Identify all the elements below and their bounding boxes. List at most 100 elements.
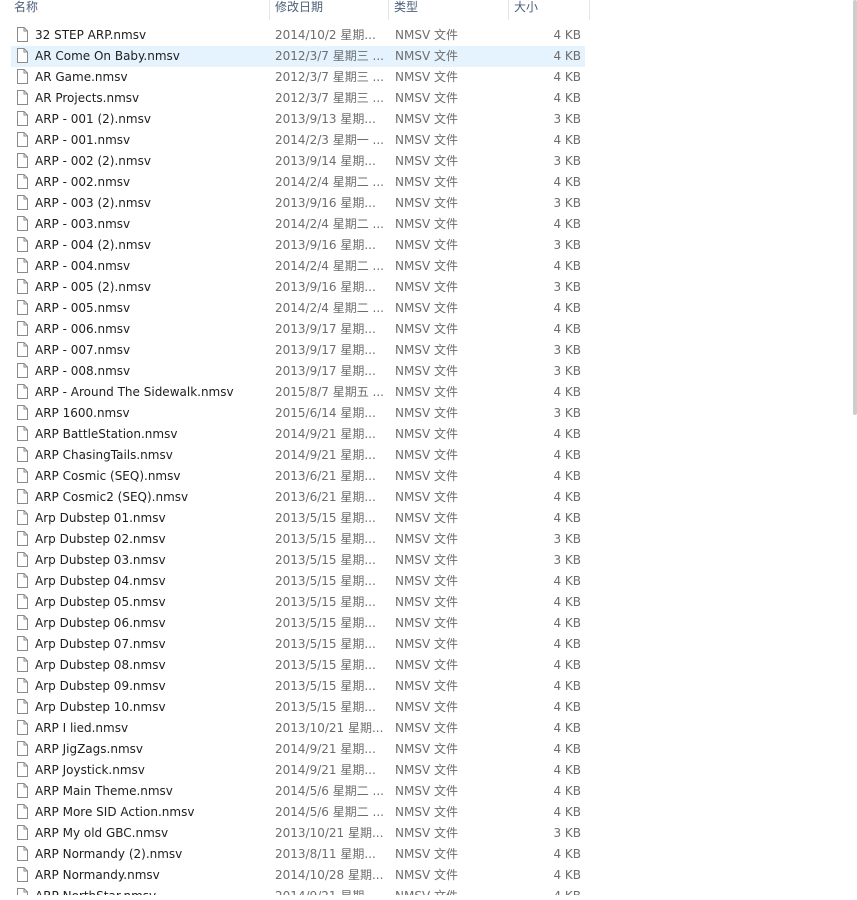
file-row[interactable]: ARP I lied.nmsv 2013/10/21 星期... NMSV 文件 4 … [11,718,585,739]
file-row[interactable]: AR Game.nmsv 2012/3/7 星期三 ... NMSV 文件 4 KB [11,67,585,88]
file-size: 4 KB [511,886,581,895]
file-row[interactable]: ARP - 002 (2).nmsv 2013/9/14 星期... NMSV 文件… [11,151,585,172]
file-modified-date: 2014/2/4 星期二 ... [275,217,384,231]
file-type: NMSV 文件 [395,385,458,399]
file-type: NMSV 文件 [395,490,458,504]
file-row[interactable]: ARP - 003 (2).nmsv 2013/9/16 星期... NMSV 文件… [11,193,585,214]
file-row[interactable]: ARP - 005 (2).nmsv 2013/9/16 星期... NMSV 文件… [11,277,585,298]
column-header-size[interactable]: 大小 [508,0,590,20]
file-name: AR Come On Baby.nmsv [35,49,180,63]
file-icon-glyph [17,132,28,147]
file-size: 4 KB [553,91,581,105]
file-row[interactable]: Arp Dubstep 01.nmsv 2013/5/15 星期... NMSV 文… [11,508,585,529]
file-row[interactable]: ARP - 001 (2).nmsv 2013/9/13 星期... NMSV 文件… [11,109,585,130]
file-row[interactable]: ARP - 007.nmsv 2013/9/17 星期... NMSV 文件 3 KB [11,340,585,361]
file-size: 4 KB [553,805,581,819]
file-icon-glyph [17,111,28,126]
file-size: 4 KB [553,868,581,882]
file-row[interactable]: ARP Cosmic2 (SEQ).nmsv 2013/6/21 星期... NMS… [11,487,585,508]
file-icon-glyph [17,594,28,609]
file-row[interactable]: ARP BattleStation.nmsv 2014/9/21 星期... NMS… [11,424,585,445]
file-icon [15,655,31,676]
file-row[interactable]: ARP - 008.nmsv 2013/9/17 星期... NMSV 文件 3 KB [11,361,585,382]
file-icon-glyph [17,195,28,210]
file-row[interactable]: ARP - 005.nmsv 2014/2/4 星期二 ... NMSV 文件 4 K… [11,298,585,319]
file-icon [15,529,31,550]
file-type: NMSV 文件 [395,301,458,315]
file-icon-glyph [17,69,28,84]
file-row[interactable]: AR Projects.nmsv 2012/3/7 星期三 ... NMSV 文件 4… [11,88,585,109]
file-row[interactable]: ARP Cosmic (SEQ).nmsv 2013/6/21 星期... NMSV… [11,466,585,487]
file-row[interactable]: Arp Dubstep 06.nmsv 2013/5/15 星期... NMSV 文… [11,613,585,634]
file-type: NMSV 文件 [395,805,458,819]
file-icon [15,676,31,697]
file-icon [15,109,31,130]
file-type: NMSV 文件 [395,28,458,42]
file-row[interactable]: ARP - Around The Sidewalk.nmsv 2015/8/7 星… [11,382,585,403]
file-row[interactable]: ARP My old GBC.nmsv 2013/10/21 星期... NMSV … [11,823,585,844]
file-icon-glyph [17,237,28,252]
file-row[interactable]: Arp Dubstep 10.nmsv 2013/5/15 星期... NMSV 文… [11,697,585,718]
file-type: NMSV 文件 [395,826,458,840]
file-icon-glyph [17,384,28,399]
file-row[interactable]: ARP - 004.nmsv 2014/2/4 星期二 ... NMSV 文件 4 K… [11,256,585,277]
file-row[interactable]: Arp Dubstep 08.nmsv 2013/5/15 星期... NMSV 文… [11,655,585,676]
file-row[interactable]: ARP - 004 (2).nmsv 2013/9/16 星期... NMSV 文件… [11,235,585,256]
file-icon [15,172,31,193]
file-row[interactable]: ARP Normandy.nmsv 2014/10/28 星期... NMSV 文件… [11,865,585,886]
file-row[interactable]: Arp Dubstep 09.nmsv 2013/5/15 星期... NMSV 文… [11,676,585,697]
file-icon-glyph [17,405,28,420]
column-header-date[interactable]: 修改日期 [269,0,388,20]
file-name: Arp Dubstep 10.nmsv [35,700,166,714]
file-size: 4 KB [553,259,581,273]
file-row[interactable]: ARP - 006.nmsv 2013/9/17 星期... NMSV 文件 4 KB [11,319,585,340]
file-row[interactable]: AR Come On Baby.nmsv 2012/3/7 星期三 ... NMSV… [11,46,585,67]
file-row[interactable]: ARP - 001.nmsv 2014/2/3 星期一 ... NMSV 文件 4 K… [11,130,585,151]
file-row[interactable]: Arp Dubstep 03.nmsv 2013/5/15 星期... NMSV 文… [11,550,585,571]
file-modified-date: 2013/9/17 星期... [275,322,376,336]
file-icon-glyph [17,783,28,798]
file-modified-date: 2015/6/14 星期... [275,406,376,420]
file-row[interactable]: ARP Joystick.nmsv 2014/9/21 星期... NMSV 文件 4… [11,760,585,781]
file-icon [15,466,31,487]
file-size: 3 KB [553,196,581,210]
vertical-scrollbar-thumb[interactable] [853,0,857,415]
file-icon-glyph [17,867,28,882]
file-row[interactable]: ARP Main Theme.nmsv 2014/5/6 星期二 ... NMSV … [11,781,585,802]
file-row[interactable]: Arp Dubstep 05.nmsv 2013/5/15 星期... NMSV 文… [11,592,585,613]
file-modified-date: 2014/9/21 星期... [275,448,376,462]
file-row[interactable]: 32 STEP ARP.nmsv 2014/10/2 星期... NMSV 文件 4 … [11,25,585,46]
file-icon [15,865,31,886]
file-row[interactable]: ARP ChasingTails.nmsv 2014/9/21 星期... NMSV… [11,445,585,466]
file-size: 4 KB [553,175,581,189]
file-name: ARP - 007.nmsv [35,343,131,357]
file-icon [15,760,31,781]
file-row[interactable]: ARP - 003.nmsv 2014/2/4 星期二 ... NMSV 文件 4 K… [11,214,585,235]
file-icon-glyph [17,153,28,168]
file-name: ARP - 002.nmsv [35,175,131,189]
file-row[interactable]: ARP More SID Action.nmsv 2014/5/6 星期二 ...… [11,802,585,823]
file-modified-date: 2014/2/3 星期一 ... [275,133,384,147]
file-type: NMSV 文件 [395,217,458,231]
file-modified-date: 2013/9/16 星期... [275,280,376,294]
file-icon [15,508,31,529]
file-row[interactable]: Arp Dubstep 04.nmsv 2013/5/15 星期... NMSV 文… [11,571,585,592]
file-size: 4 KB [553,469,581,483]
file-icon [15,550,31,571]
file-row[interactable]: ARP JigZags.nmsv 2014/9/21 星期... NMSV 文件 4 … [11,739,585,760]
file-modified-date: 2015/8/7 星期五 ... [275,385,384,399]
file-row[interactable]: ARP 1600.nmsv 2015/6/14 星期... NMSV 文件 3 KB [11,403,585,424]
file-modified-date: 2013/9/17 星期... [275,343,376,357]
file-row[interactable]: Arp Dubstep 07.nmsv 2013/5/15 星期... NMSV 文… [11,634,585,655]
file-size: 3 KB [553,532,581,546]
file-row[interactable]: Arp Dubstep 02.nmsv 2013/5/15 星期... NMSV 文… [11,529,585,550]
file-type: NMSV 文件 [395,112,458,126]
file-row[interactable]: ARP NorthStar.nmsv 2014/9/21 星期... NMSV 文件… [11,886,585,895]
column-header-type[interactable]: 类型 [388,0,508,20]
file-type: NMSV 文件 [395,532,458,546]
column-header-name[interactable]: 名称 [13,0,268,20]
file-row[interactable]: ARP - 002.nmsv 2014/2/4 星期二 ... NMSV 文件 4 K… [11,172,585,193]
file-icon [15,361,31,382]
file-row[interactable]: ARP Normandy (2).nmsv 2013/8/11 星期... NMSV… [11,844,585,865]
file-modified-date: 2013/5/15 星期... [275,637,376,651]
